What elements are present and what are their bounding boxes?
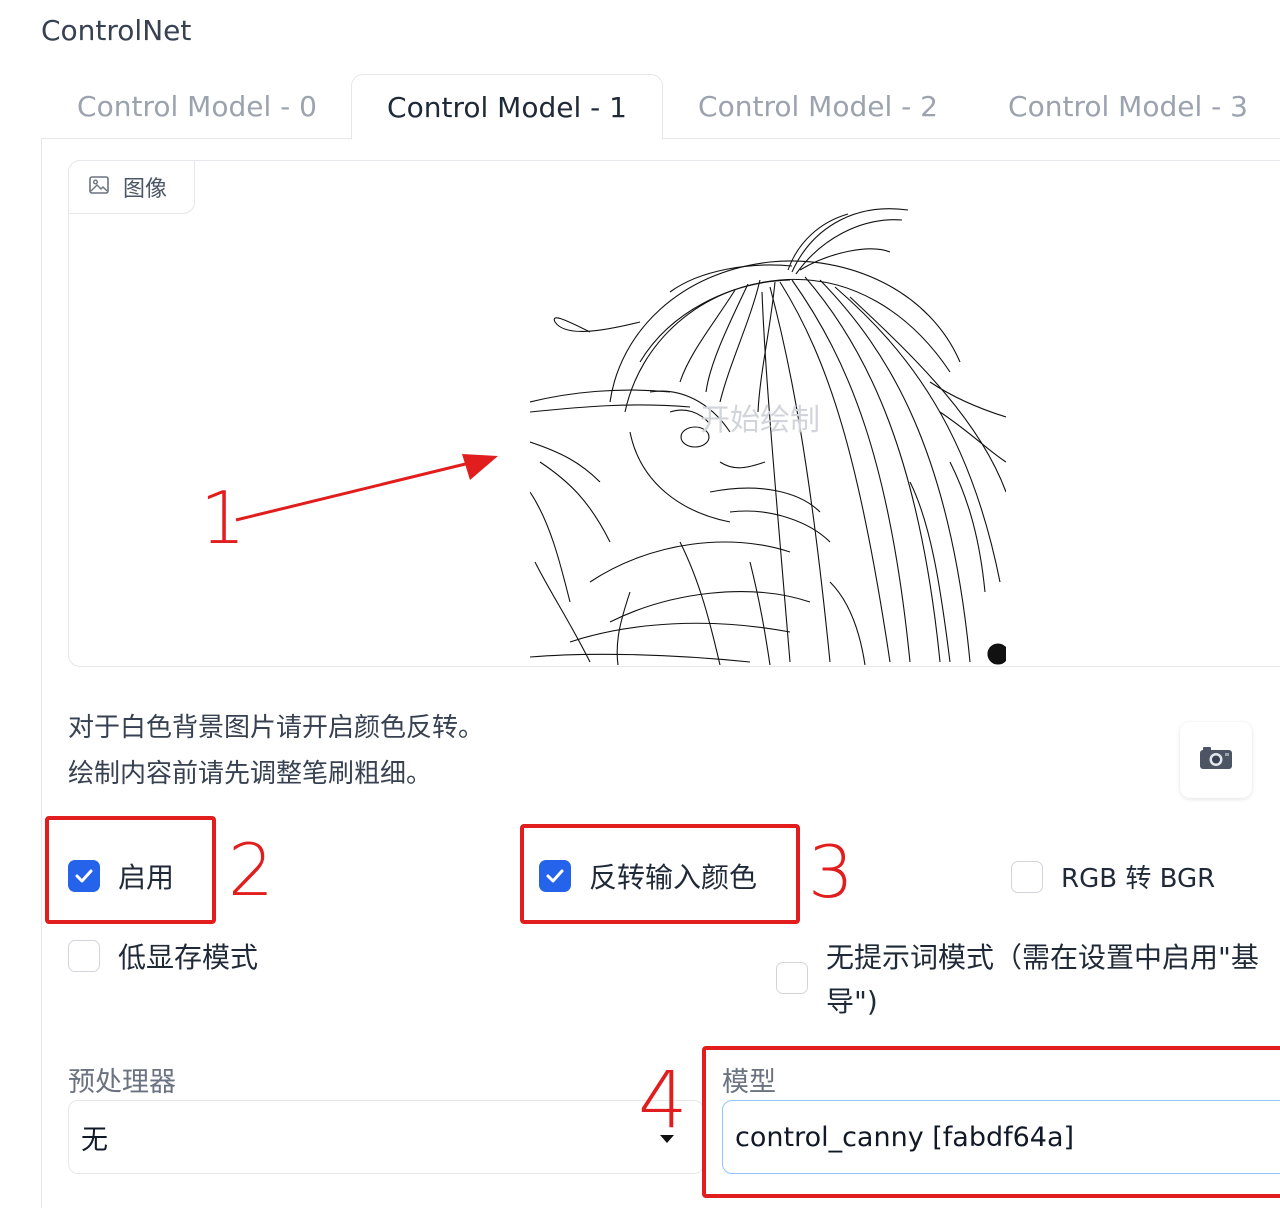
model-select[interactable]: control_canny [fabdf64a]	[722, 1100, 1280, 1174]
guess-mode-checkbox[interactable]	[776, 962, 808, 994]
hint-invert: 对于白色背景图片请开启颜色反转。	[68, 713, 485, 743]
annotation-number-1: 1	[200, 476, 246, 560]
check-icon	[539, 860, 571, 892]
preprocessor-label: 预处理器	[68, 1067, 176, 1098]
image-label: 图像	[123, 177, 168, 202]
annotation-number-2: 2	[228, 828, 274, 912]
low-vram-label: 低显存模式	[118, 941, 259, 974]
enable-checkbox[interactable]: 启用	[68, 856, 174, 896]
image-label-badge: 图像	[68, 160, 195, 214]
tab-control-model-2[interactable]: Control Model - 2	[680, 74, 956, 138]
checkbox-box	[68, 940, 100, 972]
draw-hint-text: 开始绘制	[700, 403, 820, 438]
hint-brush: 绘制内容前请先调整笔刷粗细。	[68, 759, 433, 789]
enable-label: 启用	[118, 861, 175, 894]
preprocessor-value: 无	[81, 1124, 108, 1156]
annotation-arrow-1	[235, 454, 498, 522]
check-icon	[68, 860, 100, 892]
tab-control-model-1[interactable]: Control Model - 1	[351, 74, 663, 140]
guess-mode-label-line1: 无提示词模式（需在设置中启用"基	[826, 941, 1259, 974]
image-icon	[89, 176, 109, 198]
checkbox-box	[776, 962, 808, 994]
section-title: ControlNet	[41, 14, 192, 47]
preprocessor-select[interactable]: 无	[68, 1100, 704, 1174]
rgb-to-bgr-checkbox[interactable]: RGB 转 BGR	[1011, 858, 1215, 895]
annotation-number-4: 4	[638, 1056, 688, 1146]
guess-mode-label-line2: 导")	[826, 985, 878, 1018]
tab-control-model-0[interactable]: Control Model - 0	[60, 74, 334, 138]
camera-button[interactable]	[1180, 722, 1252, 798]
annotation-number-3: 3	[808, 830, 854, 914]
checkbox-box	[1011, 860, 1043, 893]
model-value: control_canny [fabdf64a]	[735, 1121, 1075, 1153]
low-vram-checkbox[interactable]: 低显存模式	[68, 936, 258, 976]
camera-icon	[1199, 746, 1233, 774]
invert-input-color-label: 反转输入颜色	[589, 861, 758, 894]
tab-control-model-3[interactable]: Control Model - 3	[990, 74, 1266, 138]
invert-input-color-checkbox[interactable]: 反转输入颜色	[539, 856, 757, 896]
rgb-to-bgr-label: RGB 转 BGR	[1061, 864, 1216, 894]
model-label: 模型	[722, 1067, 776, 1098]
